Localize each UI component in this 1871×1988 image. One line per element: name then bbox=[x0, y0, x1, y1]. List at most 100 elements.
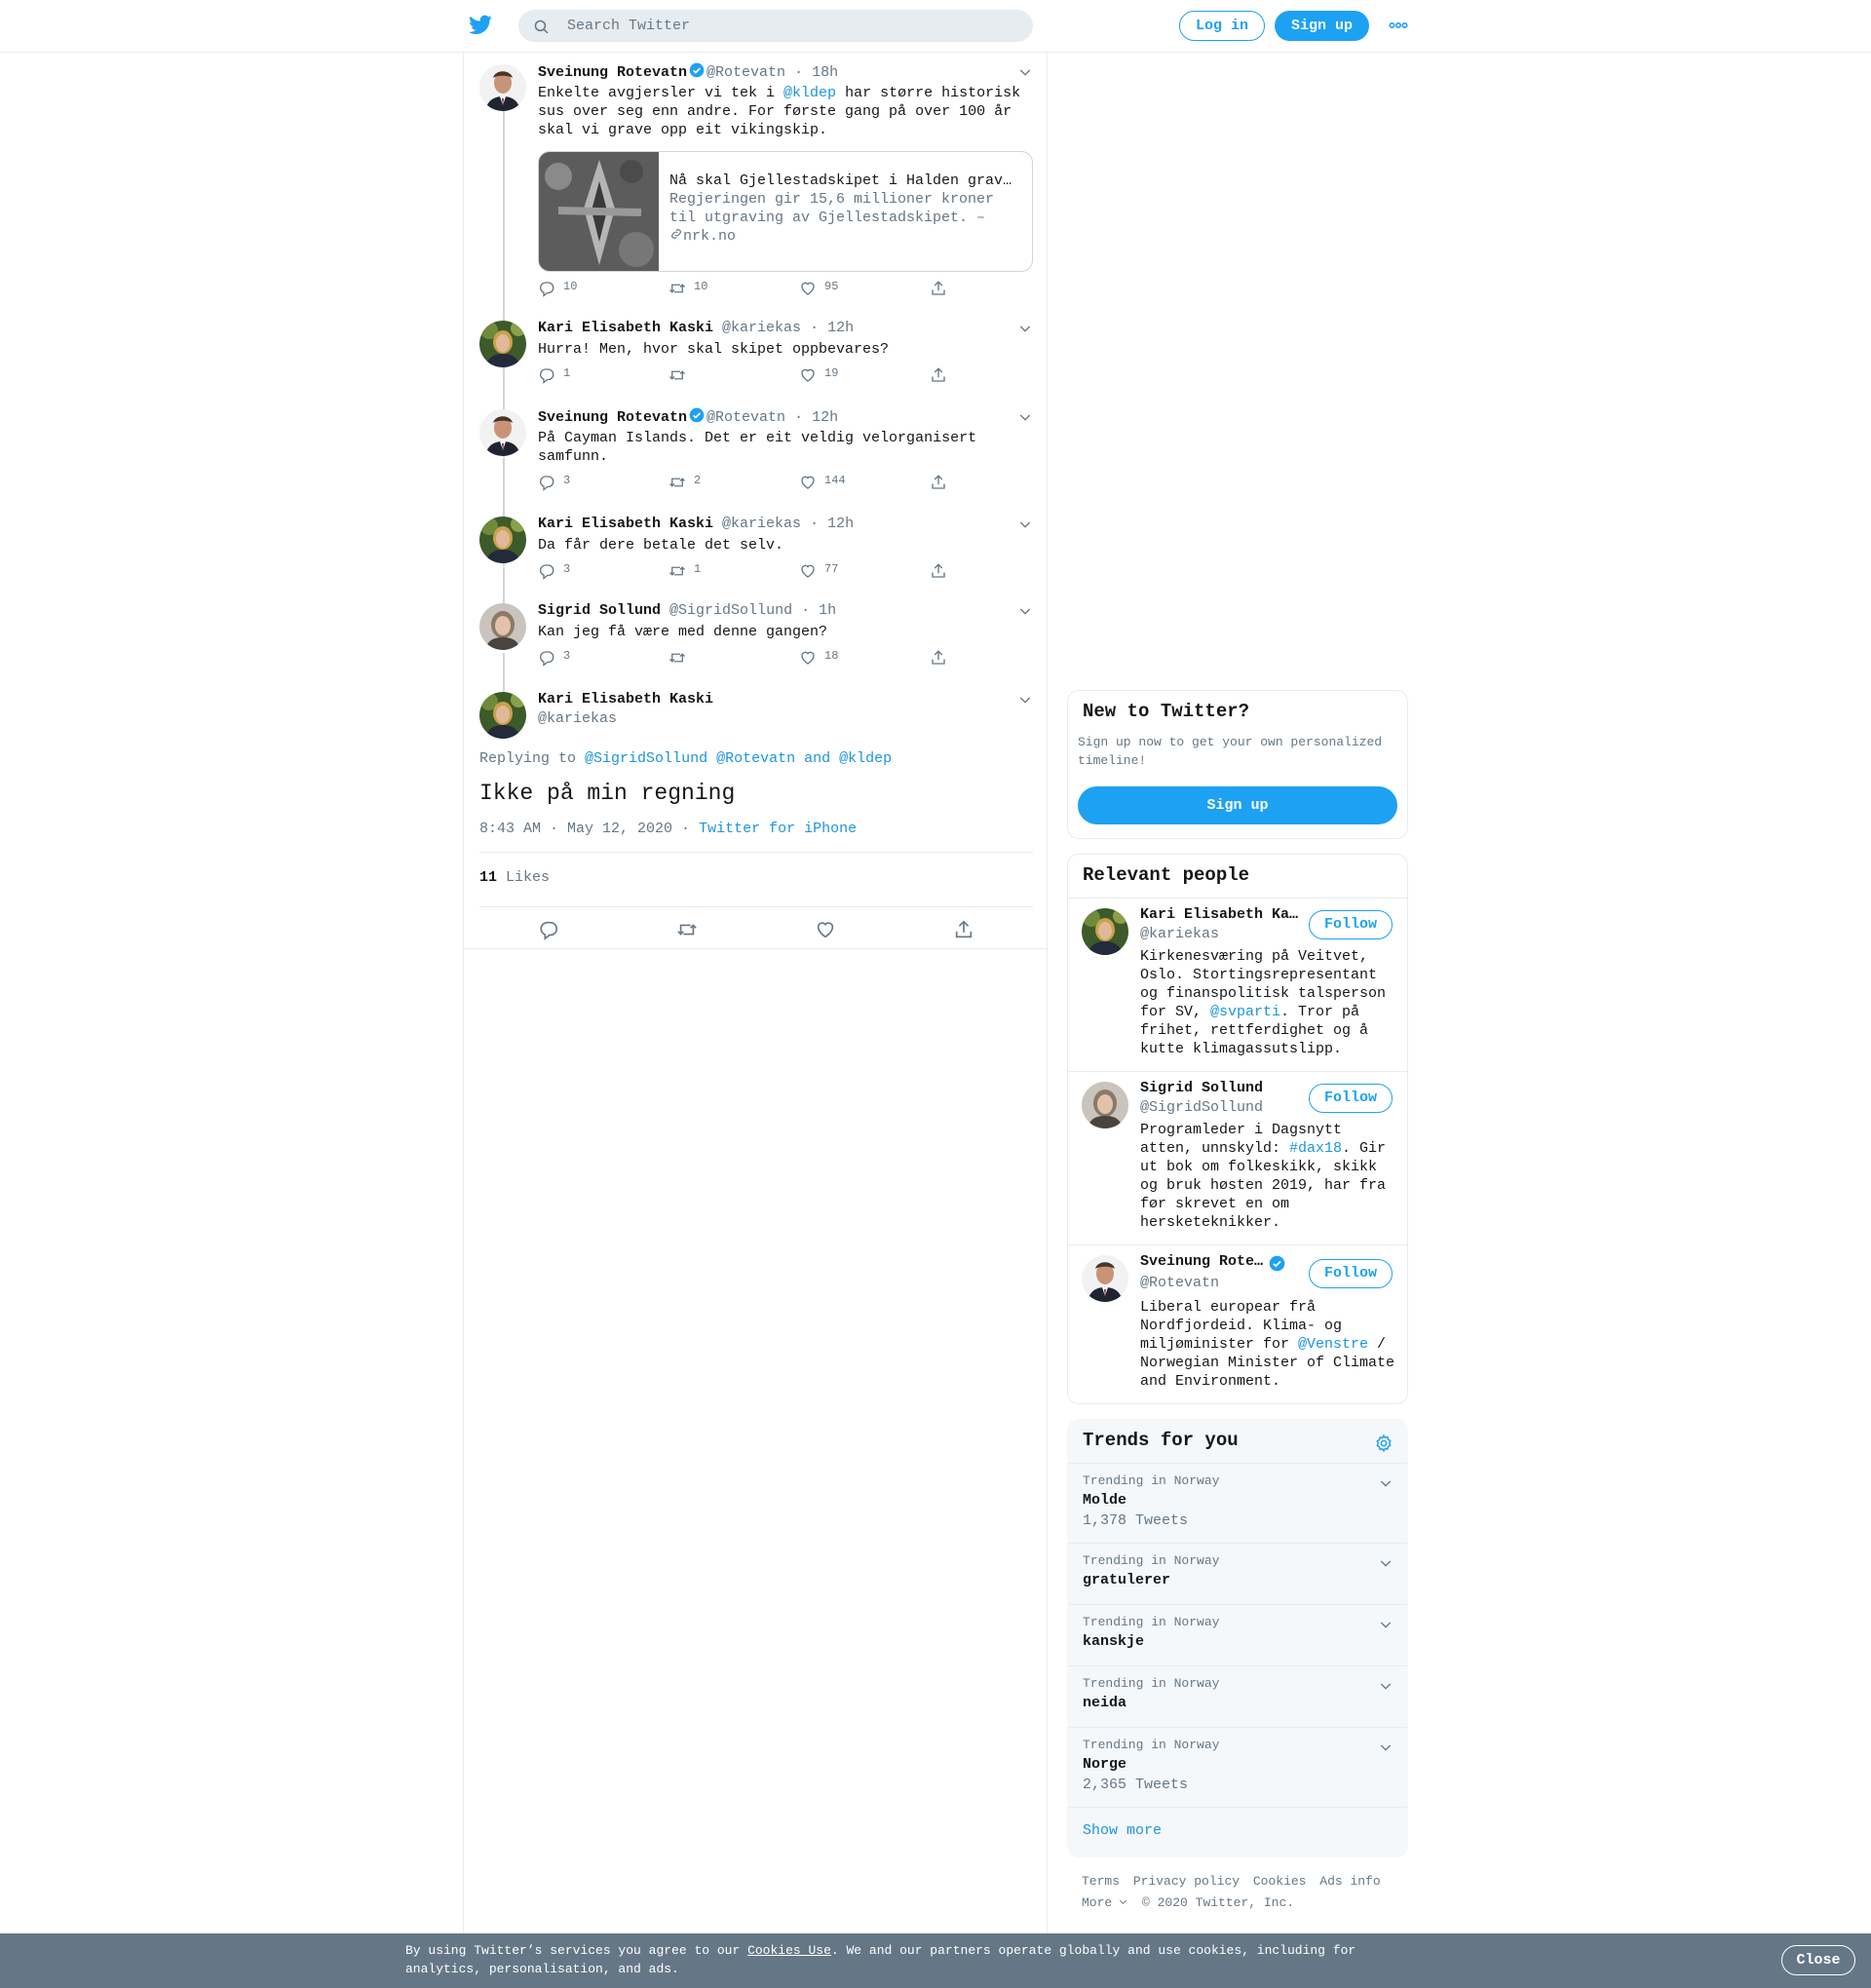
author-handle[interactable]: @Rotevatn bbox=[706, 409, 785, 426]
retweet-button[interactable]: 10 bbox=[668, 280, 707, 297]
cookie-close-button[interactable]: Close bbox=[1781, 1945, 1855, 1975]
like-button[interactable]: 95 bbox=[799, 280, 838, 297]
author-handle[interactable]: @SigridSollund bbox=[669, 602, 792, 619]
tweet-time[interactable]: · 12h bbox=[810, 516, 854, 532]
chevron-down-icon[interactable] bbox=[1017, 516, 1033, 532]
trend-item[interactable]: Trending in Norway Norge 2,365 Tweets bbox=[1068, 1727, 1407, 1807]
relevant-person[interactable]: Sigrid Sollund @SigridSollund Follow Pro… bbox=[1068, 1071, 1407, 1244]
tweet-time[interactable]: · 1h bbox=[801, 602, 836, 619]
tweet-source-link[interactable]: Twitter for iPhone bbox=[699, 821, 857, 837]
avatar[interactable] bbox=[1082, 1082, 1128, 1128]
chevron-down-icon[interactable] bbox=[1017, 321, 1033, 336]
footer-link-terms[interactable]: Terms bbox=[1082, 1874, 1120, 1889]
like-button[interactable]: 19 bbox=[799, 366, 838, 384]
chevron-down-icon[interactable] bbox=[1378, 1740, 1394, 1755]
bio-link[interactable]: #dax18 bbox=[1289, 1140, 1342, 1157]
avatar[interactable] bbox=[479, 64, 526, 111]
author-name[interactable]: Kari Elisabeth Kaski bbox=[538, 320, 713, 336]
author-handle[interactable]: @kariekas bbox=[722, 516, 801, 532]
chevron-down-icon[interactable] bbox=[1378, 1555, 1394, 1571]
avatar[interactable] bbox=[479, 603, 526, 650]
chevron-down-icon[interactable] bbox=[1017, 692, 1033, 707]
avatar[interactable] bbox=[1082, 908, 1128, 955]
thread-tweet[interactable]: Sigrid Sollund @SigridSollund · 1h Kan j… bbox=[479, 601, 1033, 683]
footer-link-cookies[interactable]: Cookies bbox=[1253, 1874, 1307, 1889]
trend-name[interactable]: kanskje bbox=[1083, 1633, 1144, 1650]
author-handle[interactable]: @kariekas bbox=[722, 320, 801, 336]
reply-icon[interactable] bbox=[538, 919, 559, 940]
author-name[interactable]: Kari Elisabeth Kaski bbox=[538, 516, 713, 532]
retweet-button[interactable] bbox=[668, 649, 694, 667]
person-name[interactable]: Kari Elisabeth Kaski bbox=[1140, 906, 1304, 923]
trend-item[interactable]: Trending in Norway kanskje bbox=[1068, 1604, 1407, 1665]
trend-name[interactable]: neida bbox=[1083, 1695, 1126, 1711]
person-name[interactable]: Sveinung Rotevatn bbox=[1140, 1253, 1267, 1270]
reply-button[interactable]: 3 bbox=[538, 474, 570, 491]
tweet-time[interactable]: · 12h bbox=[794, 409, 838, 426]
cookies-use-link[interactable]: Cookies Use bbox=[747, 1943, 831, 1958]
person-handle[interactable]: @Rotevatn bbox=[1140, 1275, 1219, 1291]
relevant-person[interactable]: Kari Elisabeth Kaski @kariekas Follow Ki… bbox=[1068, 898, 1407, 1071]
heart-icon[interactable] bbox=[815, 919, 836, 940]
trend-item[interactable]: Trending in Norway neida bbox=[1068, 1665, 1407, 1727]
chevron-down-icon[interactable] bbox=[1378, 1475, 1394, 1491]
avatar[interactable] bbox=[1082, 1255, 1128, 1302]
trend-item[interactable]: Trending in Norway gratulerer bbox=[1068, 1543, 1407, 1604]
avatar[interactable] bbox=[479, 321, 526, 367]
author-name[interactable]: Sveinung Rotevatn bbox=[538, 409, 687, 426]
share-button[interactable] bbox=[930, 649, 947, 667]
author-handle[interactable]: @Rotevatn bbox=[706, 64, 785, 81]
retweet-button[interactable]: 1 bbox=[668, 562, 701, 580]
thread-tweet[interactable]: Kari Elisabeth Kaski @kariekas · 12h Da … bbox=[479, 515, 1033, 596]
share-button[interactable] bbox=[930, 280, 947, 297]
retweet-button[interactable] bbox=[668, 366, 694, 384]
footer-link-privacy[interactable]: Privacy policy bbox=[1133, 1874, 1240, 1889]
like-button[interactable]: 77 bbox=[799, 562, 838, 580]
footer-more-menu[interactable]: More bbox=[1082, 1895, 1128, 1910]
bio-link[interactable]: @Venstre bbox=[1298, 1336, 1368, 1353]
author-name[interactable]: Sveinung Rotevatn bbox=[538, 64, 687, 81]
trend-item[interactable]: Trending in Norway Molde 1,378 Tweets bbox=[1068, 1463, 1407, 1543]
reply-button[interactable]: 3 bbox=[538, 649, 570, 667]
chevron-down-icon[interactable] bbox=[1378, 1617, 1394, 1632]
chevron-down-icon[interactable] bbox=[1378, 1678, 1394, 1694]
person-handle[interactable]: @SigridSollund bbox=[1140, 1099, 1263, 1116]
relevant-person[interactable]: Sveinung Rotevatn @Rotevatn Follow Liber… bbox=[1068, 1244, 1407, 1403]
follow-button[interactable]: Follow bbox=[1309, 1084, 1393, 1113]
author-name[interactable]: Kari Elisabeth Kaski bbox=[538, 691, 713, 707]
tweet-time[interactable]: · 18h bbox=[794, 64, 838, 81]
avatar[interactable] bbox=[479, 516, 526, 563]
thread-tweet[interactable]: Sveinung Rotevatn @Rotevatn · 12h På Caym… bbox=[479, 407, 1033, 509]
search-input[interactable] bbox=[567, 10, 1015, 42]
reply-button[interactable]: 10 bbox=[538, 280, 577, 297]
sidebar-signup-button[interactable]: Sign up bbox=[1078, 786, 1397, 824]
chevron-down-icon[interactable] bbox=[1017, 64, 1033, 80]
like-button[interactable]: 144 bbox=[799, 474, 846, 491]
thread-tweet[interactable]: Kari Elisabeth Kaski @kariekas · 12h Hur… bbox=[479, 319, 1033, 401]
login-button[interactable]: Log in bbox=[1179, 11, 1265, 41]
trend-name[interactable]: Molde bbox=[1083, 1492, 1126, 1509]
thread-tweet[interactable]: Sveinung Rotevatn @Rotevatn · 18h Enkelte… bbox=[479, 62, 1033, 314]
tweet-time[interactable]: · 12h bbox=[810, 320, 854, 336]
search-box[interactable] bbox=[518, 10, 1033, 42]
chevron-down-icon[interactable] bbox=[1017, 603, 1033, 619]
more-options-icon[interactable] bbox=[1389, 19, 1408, 32]
bio-link[interactable]: @svparti bbox=[1210, 1004, 1280, 1020]
replying-to-links[interactable]: @SigridSollund @Rotevatn and @kldep bbox=[585, 750, 892, 767]
trend-name[interactable]: gratulerer bbox=[1083, 1572, 1170, 1588]
like-button[interactable]: 18 bbox=[799, 649, 838, 667]
person-name[interactable]: Sigrid Sollund bbox=[1140, 1080, 1304, 1096]
likes-stat[interactable]: 11 Likes bbox=[479, 869, 550, 886]
settings-gear-icon[interactable] bbox=[1374, 1434, 1394, 1453]
share-icon[interactable] bbox=[953, 919, 974, 940]
link-card[interactable]: Nå skal Gjellestadskipet i Halden graves… bbox=[538, 151, 1033, 272]
chevron-down-icon[interactable] bbox=[1017, 409, 1033, 425]
reply-button[interactable]: 1 bbox=[538, 366, 570, 384]
signup-button[interactable]: Sign up bbox=[1275, 11, 1369, 41]
author-name[interactable]: Sigrid Sollund bbox=[538, 602, 661, 619]
retweet-button[interactable]: 2 bbox=[668, 474, 701, 491]
twitter-bird-logo-icon[interactable] bbox=[467, 13, 494, 38]
author-handle[interactable]: @kariekas bbox=[538, 710, 617, 727]
avatar[interactable] bbox=[479, 409, 526, 456]
share-button[interactable] bbox=[930, 366, 947, 384]
